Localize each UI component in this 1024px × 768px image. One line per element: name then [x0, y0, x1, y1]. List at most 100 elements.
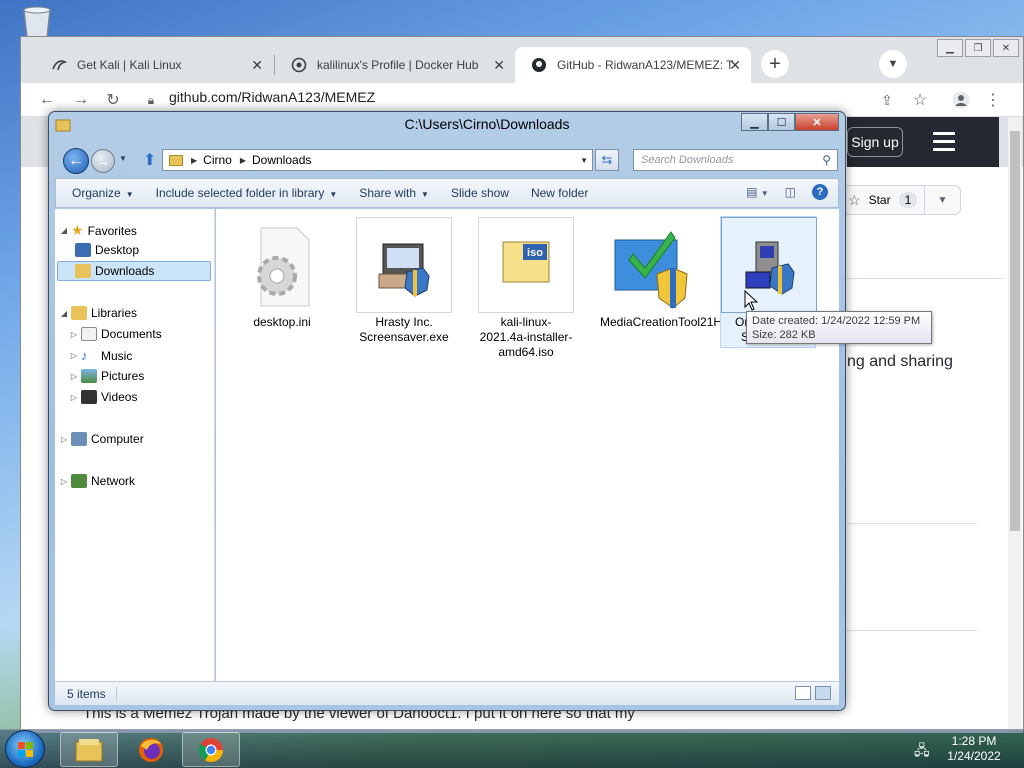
back-button[interactable]: ← — [63, 148, 89, 174]
slide-show-button[interactable]: Slide show — [440, 186, 520, 200]
nav-pictures[interactable]: ▷ Pictures — [69, 369, 144, 383]
star-button[interactable]: ☆ Star 1 ▼ — [839, 185, 961, 215]
up-arrow-icon[interactable]: ⬆ — [143, 150, 156, 170]
star-icon: ☆ — [848, 191, 861, 208]
svg-text:iso: iso — [527, 247, 543, 259]
large-icons-view-icon[interactable] — [815, 686, 831, 700]
share-icon[interactable]: ⇪ — [877, 90, 897, 110]
file-item[interactable]: Hrasty Inc. Screensaver.exe — [356, 217, 452, 345]
iso-file-icon: iso — [478, 217, 574, 313]
close-button[interactable]: ✕ — [795, 113, 839, 131]
change-view-icon[interactable]: ▤ ▼ — [746, 185, 769, 199]
share-with-menu[interactable]: Share with ▼ — [348, 186, 440, 200]
bookmark-star-icon[interactable]: ☆ — [910, 90, 930, 110]
nav-music[interactable]: ▷ ♪ Music — [69, 348, 132, 363]
start-button[interactable] — [5, 730, 45, 768]
taskbar: 🖧︎ 1:28 PM 1/24/2022 — [0, 729, 1024, 768]
preview-pane-icon[interactable]: ◫ — [785, 185, 796, 199]
tab-search-button[interactable]: ▼ — [879, 50, 907, 78]
documents-icon — [81, 327, 97, 341]
mouse-cursor-icon — [744, 290, 758, 311]
taskbar-explorer-button[interactable] — [60, 732, 118, 767]
back-arrow-icon[interactable]: ← — [37, 90, 57, 110]
pictures-icon — [81, 369, 97, 383]
recycle-bin-icon[interactable] — [18, 4, 56, 40]
include-in-library-menu[interactable]: Include selected folder in library ▼ — [145, 186, 349, 200]
maximize-button[interactable]: ❐ — [965, 39, 991, 57]
star-count: 1 — [898, 192, 918, 208]
file-item[interactable]: MediaCreationTool21H2.exe — [600, 217, 751, 330]
minimize-button[interactable]: ▁ — [937, 39, 963, 57]
taskbar-chrome-button[interactable] — [182, 732, 240, 767]
nav-computer[interactable]: ▷ Computer — [59, 432, 144, 446]
file-name: desktop.ini — [253, 315, 311, 329]
divider — [847, 523, 977, 524]
organize-menu[interactable]: Organize ▼ — [56, 186, 145, 200]
new-folder-button[interactable]: New folder — [520, 186, 599, 200]
reload-icon[interactable]: ↻ — [103, 90, 123, 110]
file-item[interactable]: iso kali-linux-2021.4a-installer-amd64.i… — [478, 217, 574, 360]
maximize-button[interactable]: ☐ — [768, 113, 795, 131]
search-input[interactable]: Search Downloads ⚲ — [633, 149, 838, 171]
recent-pages-dropdown[interactable]: ▼ — [119, 154, 127, 163]
settings-file-icon — [234, 217, 330, 313]
close-tab-icon[interactable]: ✕ — [729, 57, 741, 74]
tab-title: kalilinux's Profile | Docker Hub — [317, 58, 479, 72]
kali-dragon-icon — [51, 57, 67, 73]
star-label: Star — [868, 193, 891, 207]
close-tab-icon[interactable]: ✕ — [493, 57, 505, 74]
close-button[interactable]: ✕ — [993, 39, 1019, 57]
search-icon[interactable]: ⚲ — [822, 153, 831, 167]
address-bar[interactable]: ▶ Cirno ▶ Downloads ▼ — [162, 149, 593, 171]
details-view-icon[interactable] — [795, 686, 811, 700]
hamburger-menu-icon[interactable] — [933, 132, 955, 156]
star-icon: ★ — [71, 222, 84, 238]
tab-kali[interactable]: Get Kali | Kali Linux ✕ — [35, 47, 273, 83]
page-scrollbar[interactable] — [1008, 117, 1022, 732]
breadcrumb-item[interactable]: Downloads — [252, 153, 311, 167]
refresh-button[interactable]: ⇆ — [595, 149, 619, 171]
status-bar: 5 items — [55, 681, 839, 705]
lock-icon[interactable]: 🔒︎ — [141, 90, 161, 110]
chrome-icon — [198, 737, 223, 762]
address-bar[interactable]: github.com/RidwanA123/MEMEZ — [169, 89, 375, 105]
forward-arrow-icon[interactable]: → — [71, 90, 91, 110]
chevron-right-icon[interactable]: ▶ — [240, 156, 246, 165]
installer-shield-icon — [356, 217, 452, 313]
nav-desktop[interactable]: Desktop — [73, 243, 139, 257]
docker-icon — [291, 57, 307, 73]
libraries-icon — [71, 306, 87, 320]
repo-description: ng and sharing — [847, 353, 953, 370]
nav-libraries[interactable]: ◢ Libraries — [59, 306, 137, 320]
chevron-down-icon[interactable]: ▼ — [924, 186, 960, 214]
sign-up-button[interactable]: Sign up — [847, 127, 903, 157]
profile-avatar-icon[interactable] — [951, 90, 971, 110]
tooltip-size: Size: 282 KB — [752, 329, 816, 341]
forward-button[interactable]: → — [91, 149, 115, 173]
tab-github[interactable]: GitHub - RidwanA123/MEMEZ: T ✕ — [515, 47, 751, 83]
new-tab-button[interactable]: + — [761, 50, 789, 78]
file-item[interactable]: desktop.ini — [234, 217, 330, 330]
chevron-right-icon[interactable]: ▶ — [191, 156, 197, 165]
tab-docker[interactable]: kalilinux's Profile | Docker Hub ✕ — [275, 47, 515, 83]
nav-documents[interactable]: ▷ Documents — [69, 327, 162, 341]
nav-videos[interactable]: ▷ Videos — [69, 390, 137, 404]
videos-icon — [81, 390, 97, 404]
taskbar-firefox-button[interactable] — [122, 732, 180, 767]
clock-date: 1/24/2022 — [947, 749, 1001, 763]
help-icon[interactable]: ? — [812, 184, 828, 200]
file-list: desktop.ini Hrasty Inc. Screensaver.exe … — [216, 209, 839, 681]
chevron-down-icon[interactable]: ▼ — [580, 156, 588, 165]
menu-dots-icon[interactable]: ⋮ — [983, 90, 1003, 110]
clock-time: 1:28 PM — [951, 734, 997, 748]
network-tray-icon[interactable]: 🖧︎ — [914, 740, 930, 764]
downloads-folder-icon — [75, 264, 91, 278]
breadcrumb-item[interactable]: Cirno — [203, 153, 232, 167]
close-tab-icon[interactable]: ✕ — [251, 57, 263, 74]
nav-downloads[interactable]: Downloads — [73, 264, 154, 278]
nav-network[interactable]: ▷ Network — [59, 474, 135, 488]
system-clock[interactable]: 1:28 PM 1/24/2022 — [938, 734, 1010, 764]
nav-favorites[interactable]: ◢ ★ Favorites — [59, 222, 137, 239]
firefox-icon — [139, 737, 163, 762]
minimize-button[interactable]: ▁ — [741, 113, 768, 131]
